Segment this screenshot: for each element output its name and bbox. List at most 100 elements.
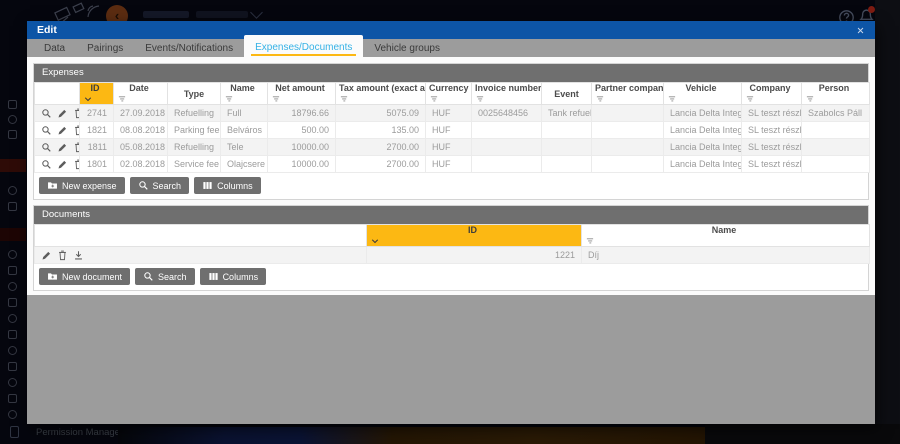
cell-invoice-number [472, 139, 542, 156]
column-header-type[interactable]: Type [168, 83, 221, 105]
edit-icon [41, 250, 52, 261]
columns-button[interactable]: Columns [194, 177, 261, 194]
cell-net-amount: 10000.00 [268, 156, 336, 173]
column-header-name[interactable]: Name [582, 225, 870, 247]
background-panel [705, 424, 900, 444]
cell-type: Refuelling [168, 139, 221, 156]
cell-partner-company [592, 105, 664, 122]
cell-company: SL teszt részleg [742, 105, 802, 122]
row-delete-button[interactable] [73, 142, 80, 153]
search-button[interactable]: Search [130, 177, 190, 194]
sidebar-dim-icon [8, 314, 17, 323]
column-header-event[interactable]: Event [542, 83, 592, 105]
permission-manager-icon [10, 426, 19, 438]
expense-row[interactable]: 181105.08.2018RefuellingTele10000.002700… [35, 139, 870, 156]
columns-button[interactable]: Columns [200, 268, 267, 285]
search-icon [143, 271, 154, 282]
search-icon [138, 180, 149, 191]
cell-name: Tele [221, 139, 268, 156]
filter-icon [595, 94, 605, 104]
expense-row[interactable]: 274127.09.2018RefuellingFull18796.665075… [35, 105, 870, 122]
cell-company: SL teszt részleg [742, 156, 802, 173]
delete-icon [73, 159, 80, 170]
button-label: Search [153, 181, 182, 191]
tab-pairings[interactable]: Pairings [76, 39, 134, 57]
chevron-down-icon [250, 6, 263, 19]
cell-invoice-number [472, 122, 542, 139]
download-icon [73, 250, 84, 261]
row-delete-button[interactable] [73, 108, 80, 119]
edit-icon [57, 159, 68, 170]
sidebar-dim-icon [8, 298, 17, 307]
column-label: Vehicle [685, 83, 716, 93]
row-delete-button[interactable] [73, 159, 80, 170]
row-search-button[interactable] [41, 142, 52, 153]
column-header-name[interactable]: Name [221, 83, 268, 105]
cell-tax-amount-exact-amount: 2700.00 [336, 156, 426, 173]
cell-date: 27.09.2018 [114, 105, 168, 122]
row-delete-button[interactable] [57, 250, 68, 261]
row-search-button[interactable] [41, 159, 52, 170]
column-header-actions[interactable] [35, 83, 80, 105]
search-button[interactable]: Search [135, 268, 195, 285]
notification-dot [868, 6, 875, 13]
column-header-id[interactable]: ID [367, 225, 582, 247]
cell-event [542, 139, 592, 156]
button-label: New expense [62, 181, 117, 191]
row-delete-button[interactable] [73, 125, 80, 136]
column-header-partner-company[interactable]: Partner company [592, 83, 664, 105]
edit-icon [57, 125, 68, 136]
row-edit-button[interactable] [57, 142, 68, 153]
dialog-empty-area [27, 295, 875, 424]
expense-row[interactable]: 180102.08.2018Service feeOlajcsere10000.… [35, 156, 870, 173]
column-header-currency[interactable]: Currency [426, 83, 472, 105]
sidebar-dim-icon [8, 330, 17, 339]
close-button[interactable] [856, 26, 865, 35]
documents-panel: Documents IDName1221Díj New documentSear… [33, 205, 869, 291]
filter-icon [117, 94, 127, 104]
new-document-button[interactable]: New document [39, 268, 130, 285]
cell-net-amount: 500.00 [268, 122, 336, 139]
row-edit-button[interactable] [57, 125, 68, 136]
column-header-person[interactable]: Person [802, 83, 870, 105]
row-download-button[interactable] [73, 250, 84, 261]
tab-events-notifications[interactable]: Events/Notifications [134, 39, 244, 57]
sidebar-item-permission-manager[interactable]: Permission Manager [36, 427, 123, 438]
row-actions-cell [35, 156, 80, 173]
row-search-button[interactable] [41, 108, 52, 119]
button-label: Search [158, 272, 187, 282]
tab-expenses-documents[interactable]: Expenses/Documents [244, 35, 363, 57]
row-search-button[interactable] [41, 125, 52, 136]
row-actions-cell [35, 139, 80, 156]
search-icon [41, 108, 52, 119]
column-header-company[interactable]: Company [742, 83, 802, 105]
column-header-actions[interactable] [35, 225, 367, 247]
expense-row[interactable]: 182108.08.2018Parking feeBelváros500.001… [35, 122, 870, 139]
column-label: Name [712, 225, 737, 235]
column-label: ID [468, 225, 477, 235]
row-edit-button[interactable] [57, 108, 68, 119]
column-header-id[interactable]: ID [80, 83, 114, 105]
column-header-vehicle[interactable]: Vehicle [664, 83, 742, 105]
filter-icon [585, 236, 595, 246]
column-header-date[interactable]: Date [114, 83, 168, 105]
column-header-invoice-number[interactable]: Invoice number [472, 83, 542, 105]
column-header-tax-amount-exact-amount[interactable]: Tax amount (exact amount) [336, 83, 426, 105]
document-row[interactable]: 1221Díj [35, 247, 870, 264]
new-expense-button[interactable]: New expense [39, 177, 125, 194]
column-label: Tax amount (exact amount) [339, 83, 426, 93]
tab-data[interactable]: Data [33, 39, 76, 57]
cell-id: 1801 [80, 156, 114, 173]
columns-icon [208, 271, 219, 282]
documents-table-container: ID Name 1221Díj [34, 224, 868, 264]
sidebar-dim-icon [8, 266, 17, 275]
cell-vehicle: Lancia Delta Integrale [664, 105, 742, 122]
column-header-net-amount[interactable]: Net amount [268, 83, 336, 105]
row-edit-button[interactable] [41, 250, 52, 261]
row-edit-button[interactable] [57, 159, 68, 170]
cell-vehicle: Lancia Delta Integrale [664, 156, 742, 173]
tab-vehicle-groups[interactable]: Vehicle groups [363, 39, 451, 57]
cell-name: Díj [582, 247, 870, 264]
sidebar-dim-icon [8, 410, 17, 419]
cell-id: 2741 [80, 105, 114, 122]
